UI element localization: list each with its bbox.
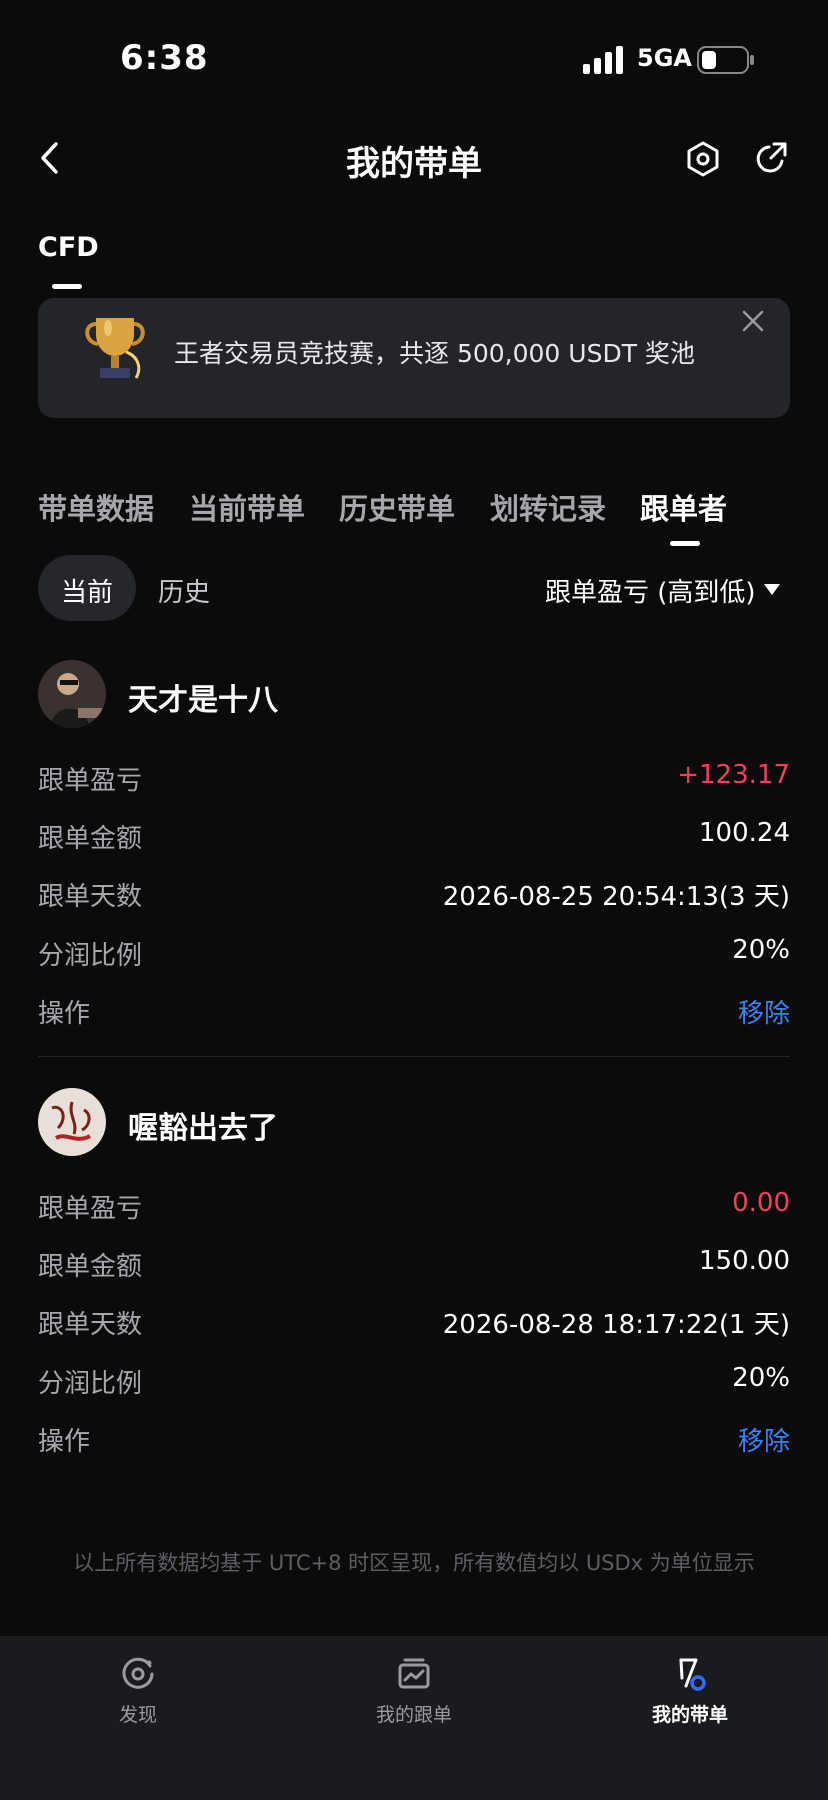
follower-name: 喔豁出去了 [128,1111,278,1146]
divider [38,1056,790,1057]
avatar-image-icon [38,1088,106,1156]
copy-trade-icon [398,1658,430,1689]
signal-icon [583,46,623,74]
battery-icon [697,46,754,74]
tab-lead-data[interactable]: 带单数据 [38,486,154,528]
row-label-days: 跟单天数 [38,882,143,912]
discover-icon [122,1657,154,1689]
nav-label-my-lead: 我的带单 [651,1704,728,1726]
trophy-icon [85,318,145,379]
settings-icon[interactable] [684,140,722,178]
nav-item-my-lead[interactable]: 我的带单 [552,1656,828,1727]
follower-name: 天才是十八 [128,683,278,718]
nav-label-my-copy: 我的跟单 [375,1704,452,1726]
row-value-amount: 100.24 [699,818,790,848]
tab-followers[interactable]: 跟单者 [640,486,727,528]
subtab-current[interactable]: 当前 [38,572,136,609]
row-value-amount: 150.00 [699,1246,790,1276]
row-label-action: 操作 [38,1427,91,1457]
tab-history-lead[interactable]: 历史带单 [339,486,455,528]
tab-current-lead[interactable]: 当前带单 [189,486,305,528]
avatar [38,1088,106,1156]
network-type: 5GA [637,44,692,72]
lead-trade-icon [679,1658,706,1691]
tab-cfd[interactable]: CFD [38,232,99,263]
row-value-days: 2026-08-28 18:17:22(1 天) [442,1310,790,1340]
row-label-amount: 跟单金额 [38,824,143,854]
tab-transfer-records[interactable]: 划转记录 [490,486,606,528]
nav-label-discover: 发现 [118,1704,157,1726]
avatar-image-icon [38,660,106,728]
active-tab-indicator [670,541,700,546]
subtab-history[interactable]: 历史 [158,572,210,609]
row-label-amount: 跟单金额 [38,1252,143,1282]
cfd-tab-indicator [52,284,82,289]
row-label-action: 操作 [38,999,91,1029]
caret-down-icon[interactable] [764,584,780,596]
row-value-share-ratio: 20% [732,1363,790,1393]
share-icon[interactable] [752,140,790,178]
row-label-share-ratio: 分润比例 [38,1369,143,1399]
row-value-days: 2026-08-25 20:54:13(3 天) [442,882,790,912]
row-value-share-ratio: 20% [732,935,790,965]
close-icon[interactable] [741,309,765,333]
row-label-days: 跟单天数 [38,1310,143,1340]
nav-item-discover[interactable]: 发现 [0,1656,276,1727]
status-time: 6:38 [120,38,209,78]
nav-item-my-copy[interactable]: 我的跟单 [276,1656,552,1727]
footnote: 以上所有数据均基于 UTC+8 时区呈现，所有数值均以 USDx 为单位显示 [73,1551,755,1575]
row-value-pnl: +123.17 [677,760,790,790]
remove-button[interactable]: 移除 [738,1421,790,1458]
avatar [38,660,106,728]
row-label-pnl: 跟单盈亏 [38,766,143,796]
row-value-pnl: 0.00 [732,1188,790,1218]
banner-text: 王者交易员竞技赛，共逐 500,000 USDT 奖池 [174,339,695,368]
sort-dropdown[interactable]: 跟单盈亏 (高到低) [545,572,756,609]
row-label-pnl: 跟单盈亏 [38,1194,143,1224]
row-label-share-ratio: 分润比例 [38,941,143,971]
remove-button[interactable]: 移除 [738,993,790,1030]
